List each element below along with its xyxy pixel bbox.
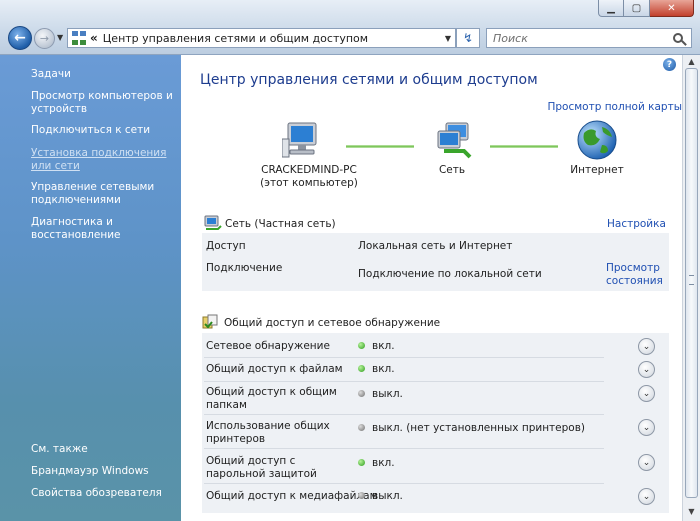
sharing-row-label: Сетевое обнаружение <box>206 340 330 352</box>
help-icon[interactable]: ? <box>663 58 676 71</box>
task-sidebar: Задачи Просмотр компьютеров и устройств … <box>0 55 181 521</box>
connection-line-network-internet <box>490 145 558 148</box>
sharing-row-status: вкл. <box>358 340 395 352</box>
computer-name: CRACKEDMIND-PC <box>261 164 357 176</box>
connection-line-pc-network <box>346 145 414 148</box>
arrow-left-icon: ← <box>14 30 26 46</box>
sidebar-item-internet-options[interactable]: Свойства обозревателя <box>31 487 176 500</box>
scroll-down-icon[interactable]: ▼ <box>685 505 698 518</box>
sharing-row-label: Общий доступ к общим папкам <box>206 386 337 411</box>
sharing-section-title: Общий доступ и сетевое обнаружение <box>224 317 441 329</box>
sharing-row-status: вкл. <box>358 363 395 375</box>
arrow-right-icon: → <box>39 32 50 45</box>
search-box[interactable] <box>486 28 692 48</box>
row-divider <box>204 448 604 449</box>
back-button[interactable]: ← <box>8 26 32 50</box>
connection-value: Подключение по локальной сети <box>358 268 542 280</box>
sharing-row-status: выкл. (нет установленных принтеров) <box>358 422 585 434</box>
grip-icon <box>689 275 694 285</box>
sidebar-item-manage-connections[interactable]: Управление сетевыми подключениями <box>31 181 176 207</box>
expand-button[interactable]: ⌄ <box>638 419 655 436</box>
internet-label: Интернет <box>570 164 624 176</box>
access-value: Локальная сеть и Интернет <box>358 240 513 252</box>
minimize-button[interactable]: ▁ <box>598 0 624 17</box>
address-dropdown-icon[interactable]: ▼ <box>441 34 455 43</box>
status-on-icon <box>358 341 365 349</box>
maximize-button[interactable]: ▢ <box>624 0 650 17</box>
row-divider <box>204 483 604 484</box>
expand-button[interactable]: ⌄ <box>638 488 655 505</box>
sidebar-heading-see-also: См. также <box>31 443 88 455</box>
scrollbar-thumb[interactable] <box>685 68 698 498</box>
sharing-row-status: вкл. <box>358 457 395 469</box>
expand-button[interactable]: ⌄ <box>638 385 655 402</box>
status-on-icon <box>358 364 365 372</box>
status-on-icon <box>358 458 365 466</box>
sharing-row-label: Общий доступ с парольной защитой <box>206 455 317 480</box>
status-off-icon <box>358 389 365 397</box>
address-path[interactable]: Центр управления сетями и общим доступом <box>103 32 441 45</box>
computer-subtitle: (этот компьютер) <box>260 177 358 189</box>
network-small-icon <box>204 215 222 230</box>
page-title: Центр управления сетями и общим доступом <box>200 72 538 88</box>
refresh-button[interactable]: ↯ <box>456 28 480 48</box>
sharing-row-status: выкл. <box>358 490 403 502</box>
search-input[interactable] <box>487 30 673 46</box>
sidebar-item-diagnostics[interactable]: Диагностика и восстановление <box>31 216 176 242</box>
expand-button[interactable]: ⌄ <box>638 338 655 355</box>
main-content: ? Центр управления сетями и общим доступ… <box>182 55 682 521</box>
sidebar-item-setup-connection[interactable]: Установка подключения или сети <box>31 147 176 173</box>
sharing-row-label: Общий доступ к файлам <box>206 363 343 375</box>
status-off-icon <box>358 491 365 499</box>
sidebar-item-firewall[interactable]: Брандмауэр Windows <box>31 465 176 478</box>
expand-button[interactable]: ⌄ <box>638 454 655 471</box>
search-icon[interactable] <box>673 33 683 43</box>
vertical-scrollbar[interactable]: ▲ ▼ <box>682 55 700 521</box>
address-bar[interactable]: « Центр управления сетями и общим доступ… <box>67 28 456 48</box>
sharing-row-label: Общий доступ к медиафайлам <box>206 490 378 502</box>
scroll-up-icon[interactable]: ▲ <box>685 55 698 68</box>
view-status-link[interactable]: Просмотр состояния <box>606 262 666 288</box>
sidebar-item-connect[interactable]: Подключиться к сети <box>31 124 176 137</box>
view-full-map-link[interactable]: Просмотр полной карты <box>547 101 682 113</box>
network-icon <box>437 122 472 159</box>
computer-icon <box>282 122 317 158</box>
forward-button[interactable]: → <box>34 28 55 49</box>
address-overflow-chevron[interactable]: « <box>90 31 98 45</box>
window-controls: ▁ ▢ ✕ <box>598 0 694 17</box>
control-panel-icon <box>72 31 86 45</box>
connection-label: Подключение <box>206 262 283 274</box>
row-divider <box>204 381 604 382</box>
sharing-icon <box>202 314 218 329</box>
access-label: Доступ <box>206 240 246 252</box>
window-chrome: ▁ ▢ ✕ ← → ▼ « Центр управления сетями и … <box>0 0 700 55</box>
recent-pages-dropdown[interactable]: ▼ <box>57 33 63 42</box>
close-button[interactable]: ✕ <box>650 0 694 17</box>
status-off-icon <box>358 423 365 431</box>
row-divider <box>204 357 604 358</box>
refresh-icon: ↯ <box>462 31 474 45</box>
sidebar-heading-tasks: Задачи <box>31 68 71 80</box>
network-label: Сеть <box>438 164 466 176</box>
customize-link[interactable]: Настройка <box>607 218 666 230</box>
expand-button[interactable]: ⌄ <box>638 361 655 378</box>
globe-icon <box>577 120 617 160</box>
row-divider <box>204 414 604 415</box>
network-section-title: Сеть (Частная сеть) <box>225 218 336 230</box>
sharing-row-label: Использование общих принтеров <box>206 420 330 445</box>
sidebar-item-view-computers[interactable]: Просмотр компьютеров и устройств <box>31 90 176 116</box>
sharing-row-status: выкл. <box>358 388 403 400</box>
